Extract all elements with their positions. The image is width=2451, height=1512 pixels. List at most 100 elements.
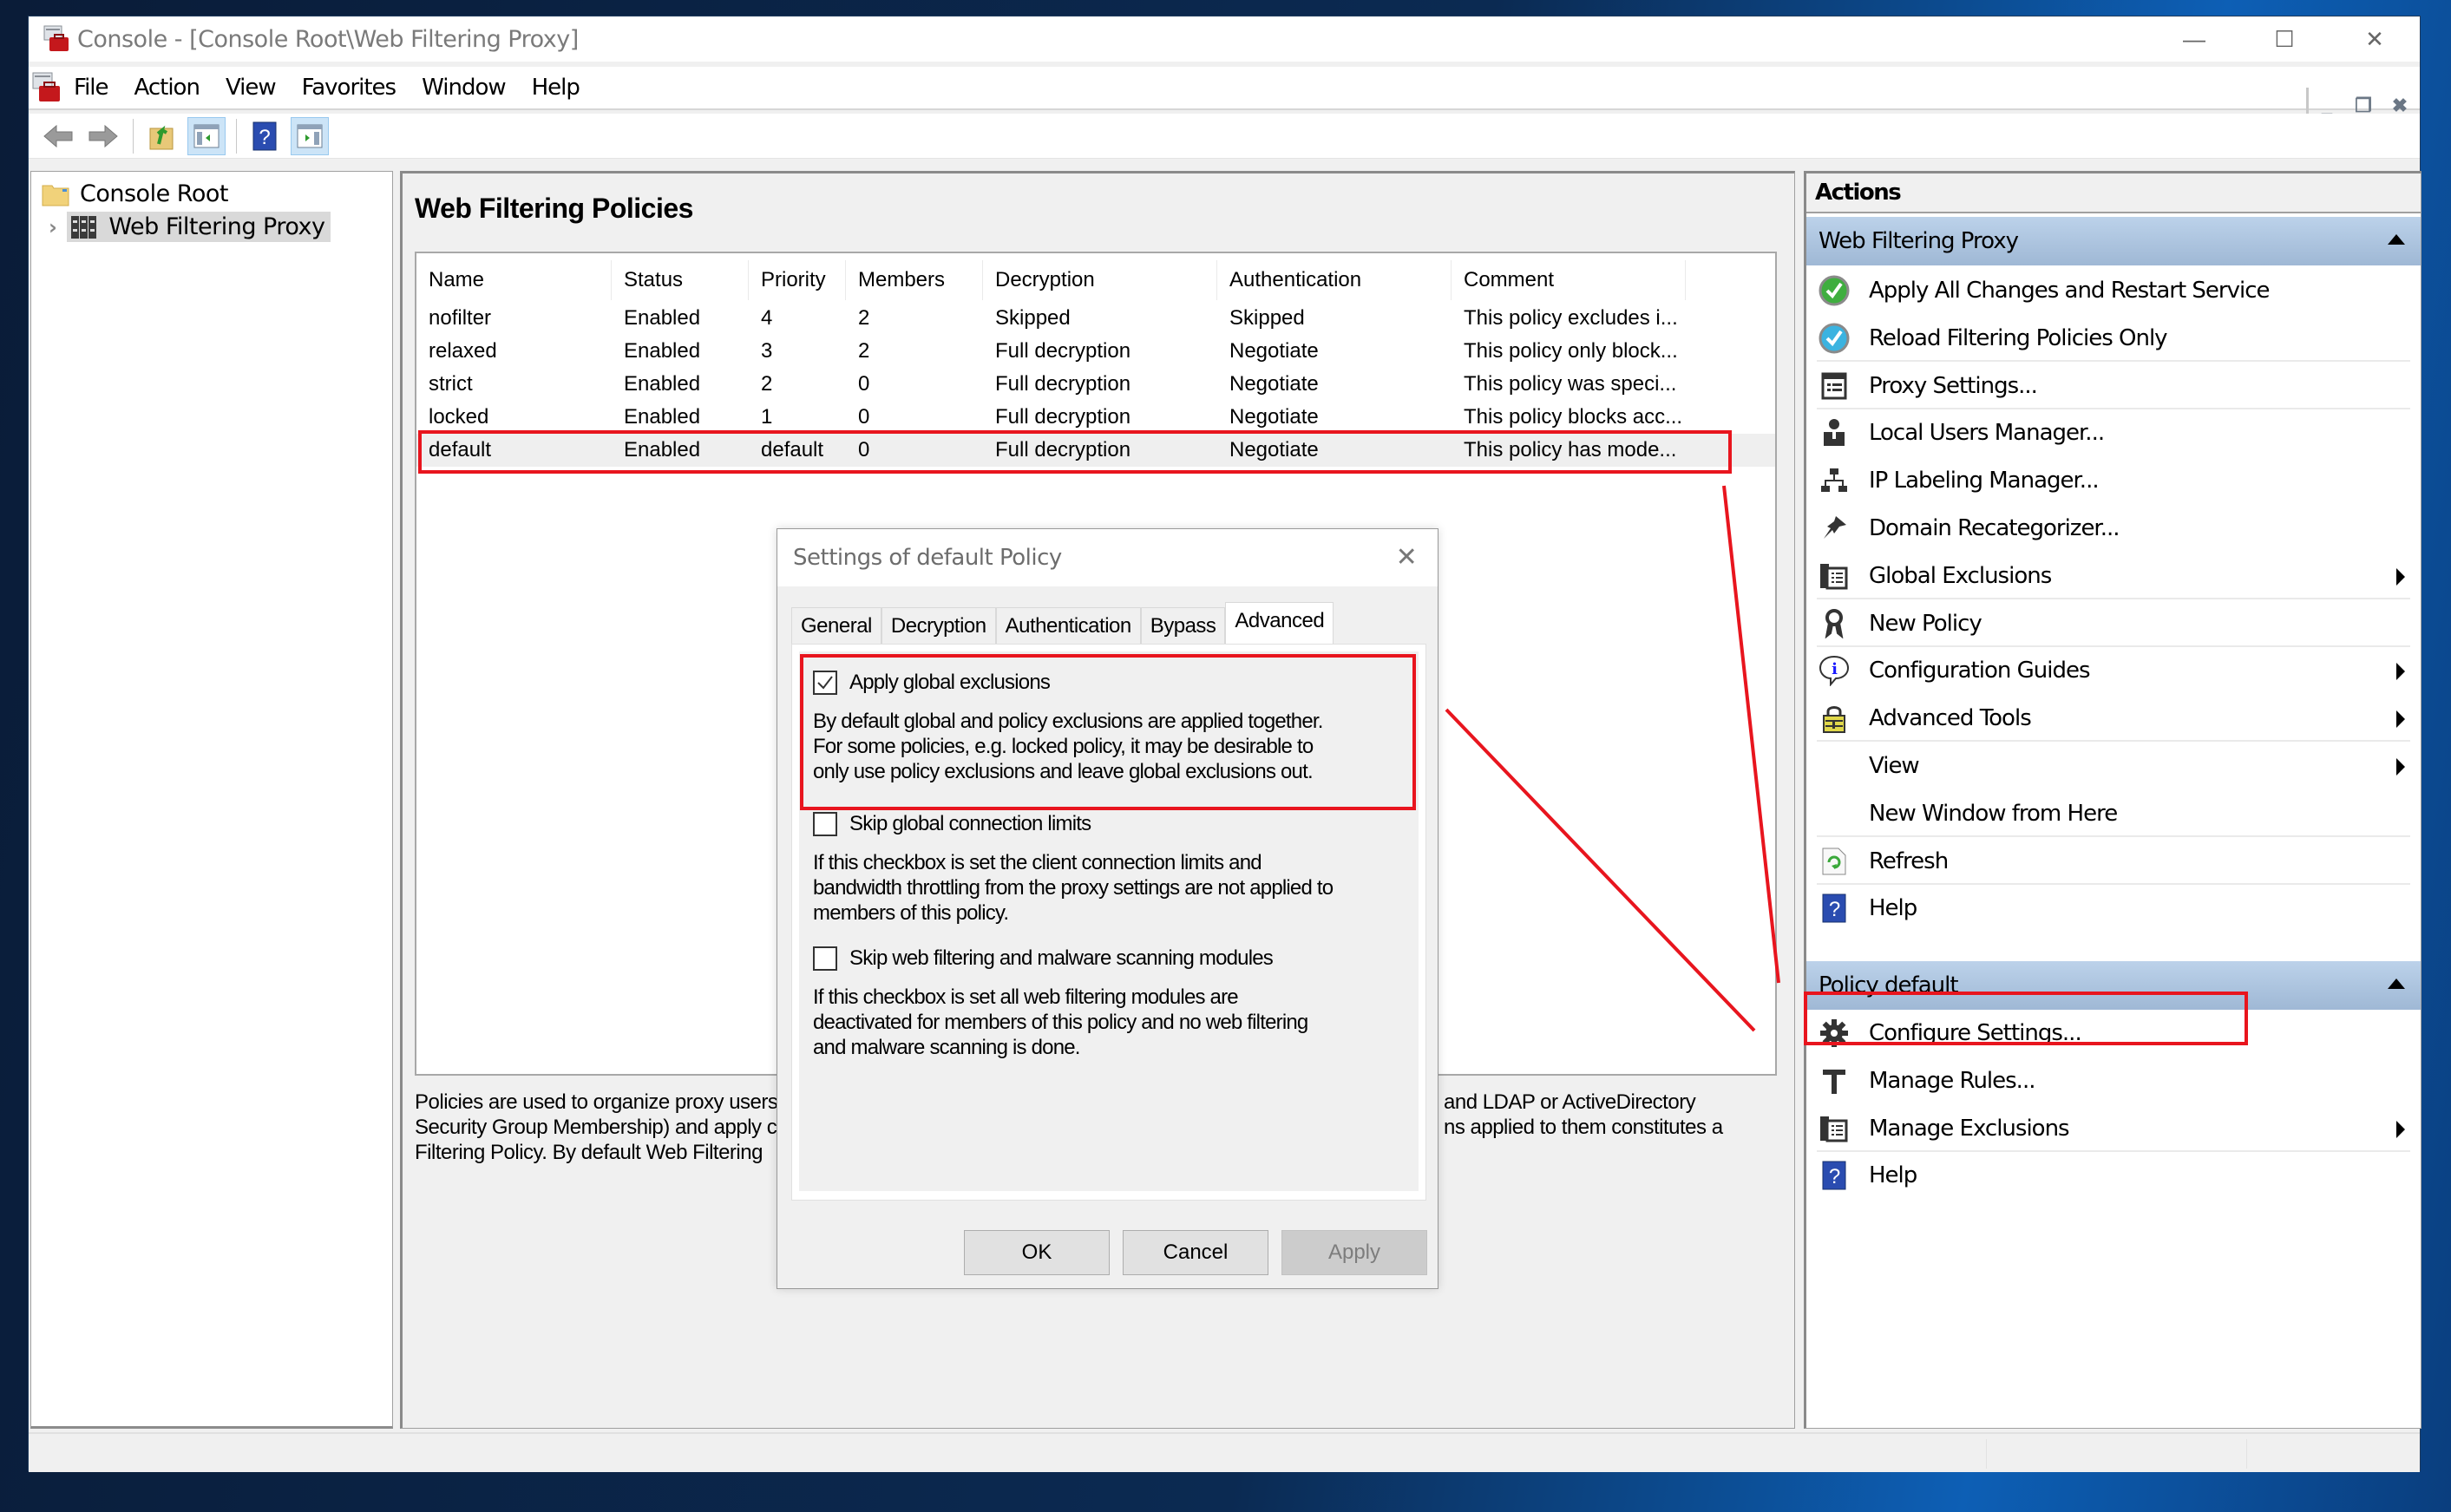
actions-group-web-filtering-proxy[interactable]: Web Filtering Proxy bbox=[1806, 217, 2421, 265]
action-view[interactable]: View bbox=[1806, 743, 2421, 789]
info-bubble-icon: i bbox=[1817, 653, 1851, 688]
action-manage-rules[interactable]: Manage Rules... bbox=[1806, 1057, 2421, 1104]
menu-window[interactable]: Window bbox=[422, 75, 507, 101]
action-help[interactable]: ? Help bbox=[1806, 885, 2421, 932]
back-button[interactable] bbox=[39, 117, 77, 155]
cell-authentication: Negotiate bbox=[1229, 405, 1319, 429]
collapse-caret-icon[interactable] bbox=[2388, 234, 2405, 245]
action-local-users-manager[interactable]: Local Users Manager... bbox=[1806, 409, 2421, 456]
chevron-right-icon[interactable]: › bbox=[49, 215, 57, 239]
column-header-authentication[interactable]: Authentication bbox=[1217, 260, 1452, 300]
advanced-tab-panel: Apply global exclusions By default globa… bbox=[791, 644, 1426, 1201]
forward-button[interactable] bbox=[84, 117, 122, 155]
help-button[interactable]: ? bbox=[246, 117, 284, 155]
cell-comment: This policy blocks acc... bbox=[1464, 405, 1683, 429]
tab-advanced[interactable]: Advanced bbox=[1225, 602, 1334, 644]
cell-authentication: Negotiate bbox=[1229, 372, 1319, 396]
show-hide-action-pane-icon bbox=[297, 124, 323, 147]
cell-members: 0 bbox=[858, 372, 870, 396]
blank-icon bbox=[1817, 796, 1851, 831]
apply-global-exclusions-checkbox[interactable] bbox=[813, 671, 837, 695]
description-right-line: ns applied to them constitutes a bbox=[1444, 1116, 1723, 1139]
menu-help[interactable]: Help bbox=[532, 75, 580, 101]
ok-button[interactable]: OK bbox=[964, 1230, 1110, 1275]
minimize-button[interactable]: — bbox=[2149, 16, 2239, 62]
dialog-title: Settings of default Policy bbox=[793, 545, 1062, 571]
maximize-button[interactable]: ☐ bbox=[2239, 16, 2330, 62]
settings-form-icon bbox=[1817, 369, 1851, 403]
column-header-decryption[interactable]: Decryption bbox=[983, 260, 1217, 300]
status-bar bbox=[29, 1432, 2420, 1472]
action-refresh[interactable]: Refresh bbox=[1806, 838, 2421, 885]
action-label: Local Users Manager... bbox=[1869, 420, 2105, 447]
tab-general[interactable]: General bbox=[791, 607, 881, 644]
table-row[interactable]: locked Enabled 1 0 Full decryption Negotiate T… bbox=[416, 401, 1775, 434]
action-help[interactable]: ? Help bbox=[1806, 1152, 2421, 1199]
table-row[interactable]: default Enabled default 0 Full decryption Neg… bbox=[416, 434, 1775, 467]
submenu-arrow-icon bbox=[2396, 663, 2405, 681]
skip-connection-limits-label: Skip global connection limits bbox=[849, 812, 1091, 835]
tab-bypass[interactable]: Bypass bbox=[1140, 607, 1226, 644]
tree-item-web-filtering-proxy[interactable]: › Web Filtering Proxy bbox=[49, 212, 331, 242]
table-row[interactable]: relaxed Enabled 3 2 Full decryption Negotiate… bbox=[416, 335, 1775, 368]
skip-web-filtering-label: Skip web filtering and malware scanning … bbox=[849, 946, 1274, 970]
table-row[interactable]: strict Enabled 2 0 Full decryption Negotiate T… bbox=[416, 368, 1775, 401]
cancel-button[interactable]: Cancel bbox=[1123, 1230, 1268, 1275]
action-manage-exclusions[interactable]: Manage Exclusions bbox=[1806, 1105, 2421, 1152]
show-hide-console-tree-button[interactable] bbox=[187, 116, 226, 155]
action-domain-recategorizer[interactable]: Domain Recategorizer... bbox=[1806, 505, 2421, 552]
svg-text:?: ? bbox=[1829, 898, 1840, 921]
show-hide-action-pane-button[interactable] bbox=[291, 116, 329, 155]
collapse-caret-icon[interactable] bbox=[2388, 979, 2405, 989]
cell-name: strict bbox=[429, 372, 473, 396]
menu-view[interactable]: View bbox=[226, 75, 277, 101]
apply-global-exclusions-option[interactable]: Apply global exclusions bbox=[813, 671, 1051, 695]
action-configure-settings[interactable]: Configure Settings... bbox=[1806, 1010, 2421, 1057]
action-configuration-guides[interactable]: i Configuration Guides bbox=[1806, 647, 2421, 694]
skip-connection-limits-option[interactable]: Skip global connection limits bbox=[813, 812, 1091, 836]
cell-name: locked bbox=[429, 405, 489, 429]
menu-action[interactable]: Action bbox=[134, 75, 200, 101]
column-header-priority[interactable]: Priority bbox=[749, 260, 846, 300]
folder-icon bbox=[42, 185, 69, 206]
toolbar-separator bbox=[236, 118, 237, 154]
column-header-status[interactable]: Status bbox=[612, 260, 749, 300]
action-reload-filtering-policies-only[interactable]: Reload Filtering Policies Only bbox=[1806, 315, 2421, 362]
cell-status: Enabled bbox=[624, 339, 701, 363]
action-proxy-settings[interactable]: Proxy Settings... bbox=[1806, 363, 2421, 409]
action-new-policy[interactable]: New Policy bbox=[1806, 600, 2421, 647]
cell-priority: 2 bbox=[761, 372, 773, 396]
skip-web-filtering-option[interactable]: Skip web filtering and malware scanning … bbox=[813, 946, 1274, 971]
skip-web-filtering-checkbox[interactable] bbox=[813, 946, 837, 971]
cell-name: default bbox=[429, 438, 492, 461]
exclusions-list-icon bbox=[1817, 1111, 1851, 1146]
action-ip-labeling-manager[interactable]: IP Labeling Manager... bbox=[1806, 457, 2421, 504]
dialog-close-button[interactable]: ✕ bbox=[1391, 541, 1422, 573]
skip-connection-limits-checkbox[interactable] bbox=[813, 812, 837, 836]
svg-text:?: ? bbox=[259, 126, 270, 149]
column-header-comment[interactable]: Comment bbox=[1452, 260, 1686, 300]
column-header-members[interactable]: Members bbox=[846, 260, 983, 300]
actions-group-policy-default[interactable]: Policy default bbox=[1806, 961, 2421, 1010]
menu-favorites[interactable]: Favorites bbox=[302, 75, 396, 101]
cell-members: 2 bbox=[858, 339, 870, 363]
description-line: members of this policy. bbox=[813, 901, 1009, 925]
tree-item-console-root[interactable]: Console Root bbox=[42, 180, 228, 207]
apply-button[interactable]: Apply bbox=[1281, 1230, 1427, 1275]
cell-comment: This policy has mode... bbox=[1464, 438, 1677, 461]
menu-file[interactable]: File bbox=[74, 75, 109, 101]
column-header-name[interactable]: Name bbox=[416, 260, 612, 300]
table-row[interactable]: nofilter Enabled 4 2 Skipped Skipped This poli… bbox=[416, 302, 1775, 335]
up-one-level-button[interactable] bbox=[142, 117, 180, 155]
action-global-exclusions[interactable]: Global Exclusions bbox=[1806, 553, 2421, 599]
dialog-title-bar: Settings of default Policy ✕ bbox=[777, 529, 1438, 586]
action-label: IP Labeling Manager... bbox=[1869, 468, 2100, 494]
cell-status: Enabled bbox=[624, 405, 701, 429]
action-new-window-from-here[interactable]: New Window from Here bbox=[1806, 790, 2421, 837]
action-apply-all-changes-and-restart-service[interactable]: Apply All Changes and Restart Service bbox=[1806, 267, 2421, 314]
close-button[interactable]: ✕ bbox=[2330, 16, 2420, 62]
tab-authentication[interactable]: Authentication bbox=[995, 607, 1141, 644]
toolbox-menu-icon[interactable] bbox=[32, 72, 62, 103]
tab-decryption[interactable]: Decryption bbox=[881, 607, 996, 644]
action-advanced-tools[interactable]: Advanced Tools bbox=[1806, 695, 2421, 743]
